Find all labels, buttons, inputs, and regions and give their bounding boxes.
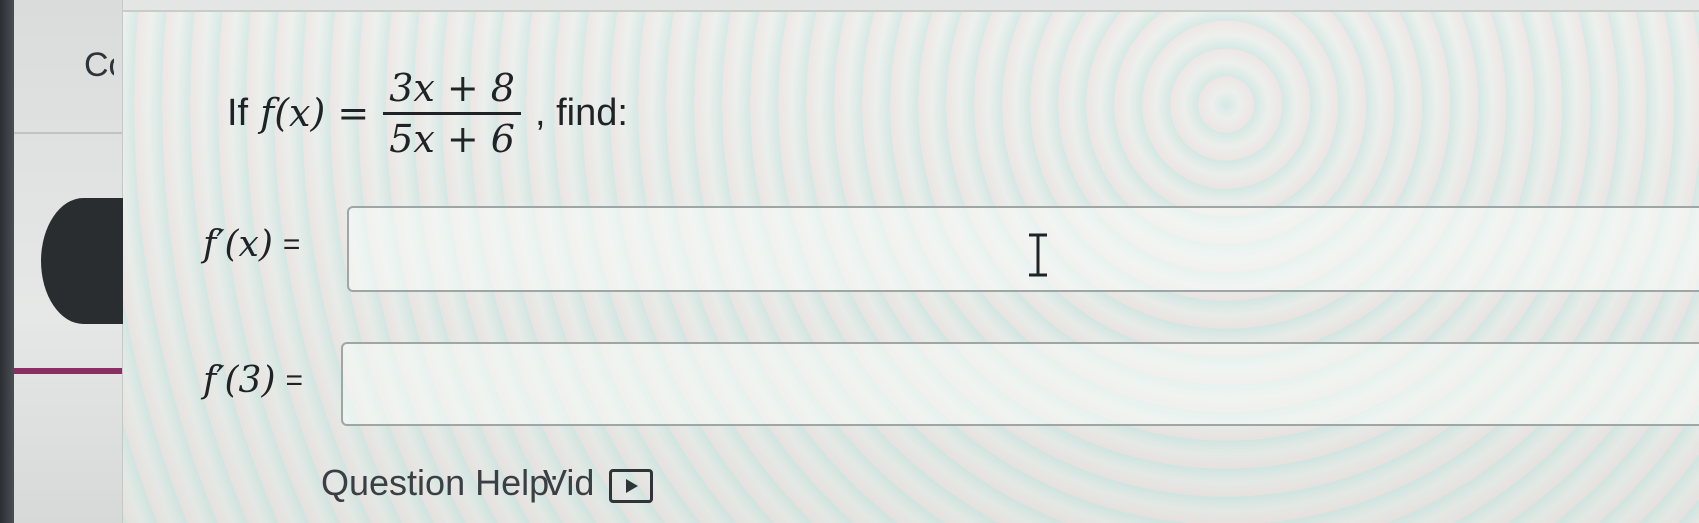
fraction-numerator: 3x + 8 bbox=[389, 65, 515, 110]
answer-equals-value: = bbox=[285, 363, 304, 397]
question-panel: If f(x) = 3x + 8 5x + 6 , find: f′(x) = … bbox=[123, 0, 1699, 523]
top-divider bbox=[123, 0, 1699, 12]
answer-equals-derivative: = bbox=[282, 227, 301, 261]
sidebar-accent-bar bbox=[14, 368, 122, 374]
sidebar-divider bbox=[14, 132, 122, 134]
problem-suffix: , find: bbox=[535, 91, 628, 134]
text-cursor-icon bbox=[1029, 233, 1047, 277]
problem-statement: If f(x) = 3x + 8 5x + 6 , find: bbox=[227, 58, 628, 168]
function-name: f(x) = bbox=[260, 91, 370, 135]
answer-row-value: f′(3) = bbox=[203, 360, 303, 401]
sidebar-heading: Co bbox=[84, 46, 114, 84]
fraction: 3x + 8 5x + 6 bbox=[383, 64, 521, 163]
answer-row-derivative: f′(x) = bbox=[203, 224, 300, 265]
problem-prefix: If bbox=[227, 91, 249, 134]
window-edge bbox=[0, 0, 14, 523]
derivative-answer-input[interactable] bbox=[347, 206, 1699, 292]
answer-label-value: f′(3) bbox=[203, 360, 276, 401]
video-icon[interactable] bbox=[609, 469, 653, 503]
answer-label-derivative: f′(x) bbox=[203, 224, 273, 265]
value-answer-input[interactable] bbox=[341, 342, 1699, 426]
question-help-label: Question Help: bbox=[321, 462, 560, 503]
video-link[interactable]: Vid bbox=[543, 462, 594, 504]
sidebar-avatar-shape bbox=[41, 198, 126, 324]
play-icon bbox=[626, 479, 638, 493]
fraction-denominator: 5x + 6 bbox=[389, 116, 515, 161]
